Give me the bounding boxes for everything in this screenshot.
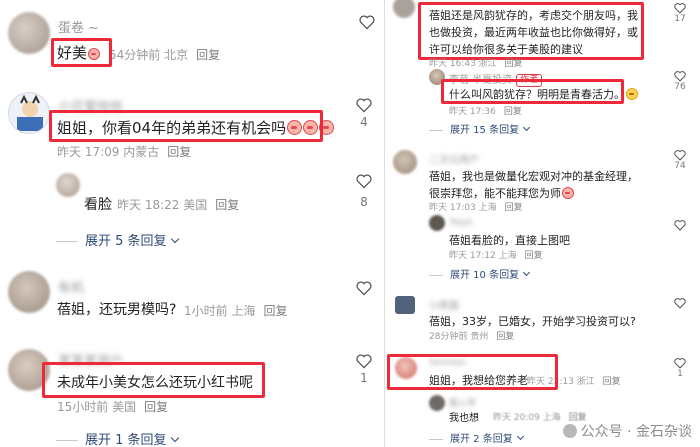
comment-meta: 28分钟前 贵州 回复: [429, 332, 515, 342]
reply-meta: 昨天 17:12 上海 回复: [449, 251, 543, 261]
reply-button[interactable]: 回复: [505, 203, 523, 213]
highlight-box: [42, 362, 265, 398]
comment-meta: 昨天 17:03 上海 回复: [429, 203, 523, 213]
heart-icon: [674, 298, 686, 309]
like-button[interactable]: 74: [669, 149, 691, 171]
divider: [429, 438, 443, 440]
reply-author[interactable]: 路人甲: [449, 396, 476, 409]
avatar[interactable]: [56, 173, 80, 197]
chevron-down-icon: [523, 123, 531, 132]
like-button[interactable]: 4: [352, 97, 376, 129]
like-count: 8: [360, 195, 368, 209]
avatar[interactable]: [429, 215, 445, 231]
reply-meta: 昨天 17:36 回复: [449, 107, 522, 117]
expand-replies-link[interactable]: 展开 5 条回复: [56, 230, 179, 249]
reply-button[interactable]: 回复: [496, 332, 514, 342]
left-comment-pane: 蛋卷 ~ 好美 54分钟前 北京 回复 小可爱哈哈 姐姐，你看04年的弟弟还有机会…: [0, 0, 384, 447]
heart-icon: [356, 174, 372, 189]
avatar[interactable]: [393, 150, 417, 174]
highlight-box: [51, 38, 112, 67]
like-button[interactable]: 1: [669, 357, 691, 379]
heart-icon: [674, 358, 686, 369]
comment-author[interactable]: 有机: [58, 277, 84, 296]
divider: [429, 129, 443, 131]
comment-author[interactable]: 小熊猫: [429, 297, 459, 312]
expand-replies-link[interactable]: 展开 1 条回复: [56, 429, 179, 447]
comment-meta: 昨天 16:43 浙江 回复: [429, 59, 523, 69]
reply-button[interactable]: 回复: [504, 107, 522, 117]
comment-author[interactable]: 蛋卷 ~: [58, 17, 99, 36]
comment-text: 蓓姐，33岁，已婚女，开始学习投资可以?: [429, 315, 636, 328]
reply-button[interactable]: 回复: [603, 377, 621, 387]
divider: [429, 274, 443, 276]
comment-text: 蓓姐，我也是做量化宏观对冲的基金经理， 很崇拜您，能不能拜您为师: [429, 170, 638, 200]
divider: [56, 241, 78, 242]
comment-text: 蓓姐，还玩男模吗?: [57, 302, 177, 318]
heart-icon: [674, 150, 686, 161]
reply-button[interactable]: 回复: [196, 48, 220, 62]
avatar[interactable]: [429, 395, 445, 411]
reply-button[interactable]: 回复: [263, 304, 287, 318]
reply-button[interactable]: 回复: [144, 400, 168, 414]
comment-author[interactable]: 二次元用户: [429, 151, 479, 166]
like-count: 1: [677, 369, 683, 379]
like-count: 1: [360, 371, 368, 385]
chevron-down-icon: [170, 234, 179, 244]
like-count: 4: [360, 115, 368, 129]
reply-button[interactable]: 回复: [167, 145, 191, 159]
reply-text: 看脸: [84, 197, 112, 213]
reply-author[interactable]: Yoyo: [449, 217, 472, 228]
like-count: 76: [674, 82, 686, 92]
avatar[interactable]: [393, 0, 415, 18]
heart-icon: [674, 71, 686, 82]
like-button[interactable]: 8: [352, 173, 376, 209]
like-button[interactable]: [355, 14, 379, 30]
comment-meta: 昨天 17:09 内蒙古 回复: [57, 145, 192, 159]
divider: [56, 440, 78, 441]
like-button[interactable]: 1: [352, 353, 376, 385]
reply-text: 蓓姐看脸的，直接上图吧: [449, 234, 570, 247]
cartoon-avatar-icon: [17, 94, 43, 131]
chevron-down-icon: [516, 432, 524, 441]
highlight-box: [418, 2, 644, 60]
reply-text: 我也想: [449, 413, 479, 424]
like-button[interactable]: [352, 280, 376, 296]
heart-icon: [674, 3, 686, 14]
chevron-down-icon: [523, 268, 531, 277]
highlight-box: [441, 79, 624, 104]
like-count: 74: [674, 161, 686, 171]
highlight-box: [49, 110, 323, 142]
right-comment-pane: 蓓姐还是风韵犹存的，考虑交个朋友吗，我 也做投资，最近两年收益也比你做得好，或 …: [384, 0, 700, 447]
expand-replies-link[interactable]: 展开 10 条回复: [429, 266, 531, 281]
like-button[interactable]: 17: [669, 2, 691, 24]
reply-button[interactable]: 回复: [505, 59, 523, 69]
highlight-box: [387, 354, 558, 390]
emoji-icon: [626, 88, 638, 100]
comment-meta: 15小时前 美国 回复: [57, 400, 169, 414]
wechat-icon: [562, 424, 577, 438]
reply-button[interactable]: 回复: [215, 198, 239, 212]
avatar[interactable]: [8, 92, 50, 134]
like-button[interactable]: [669, 219, 691, 231]
heart-icon: [674, 220, 686, 231]
heart-icon: [356, 354, 372, 369]
avatar[interactable]: [8, 271, 50, 313]
like-button[interactable]: 76: [669, 70, 691, 92]
heart-icon: [356, 98, 372, 113]
heart-icon: [356, 281, 372, 296]
emoji-icon: [562, 187, 574, 199]
comment-meta: 1小时前 上海 回复: [184, 304, 288, 318]
heart-icon: [359, 15, 375, 30]
reply-button[interactable]: 回复: [525, 251, 543, 261]
expand-replies-link[interactable]: 展开 15 条回复: [429, 121, 531, 136]
like-count: 17: [674, 14, 686, 24]
chevron-down-icon: [170, 433, 179, 443]
like-button[interactable]: [669, 297, 691, 309]
avatar[interactable]: [395, 296, 415, 314]
watermark: 公众号 · 金石杂谈: [562, 421, 692, 441]
expand-replies-link[interactable]: 展开 2 条回复: [429, 430, 524, 445]
reply-meta: 昨天 18:22 美国 回复: [117, 198, 240, 212]
avatar[interactable]: [8, 12, 50, 54]
comment-meta: 54分钟前 北京 回复: [109, 48, 221, 62]
